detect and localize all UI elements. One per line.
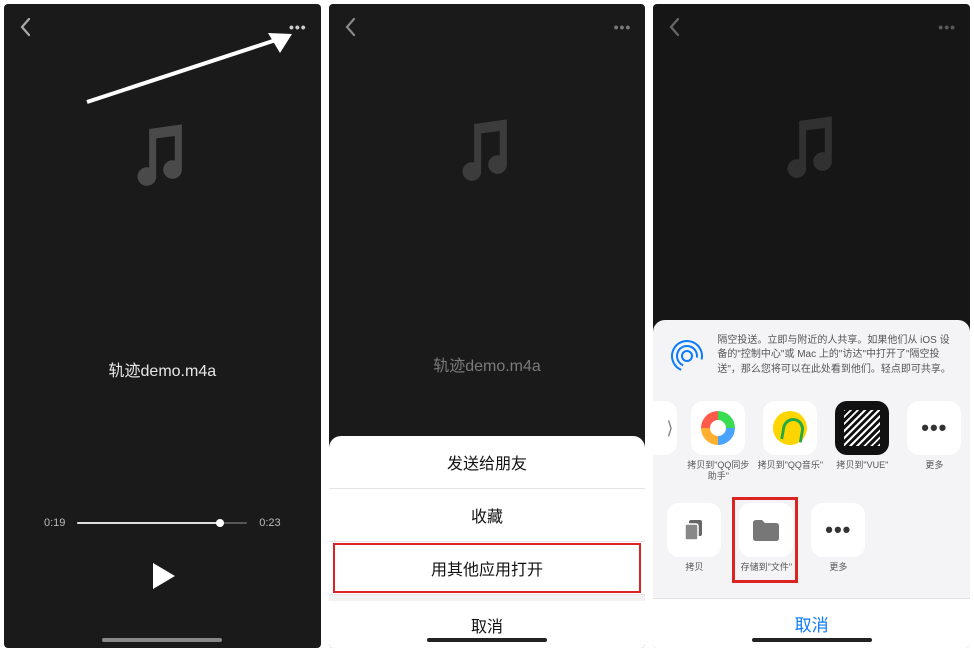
app-label: 拷贝到"QQ同步助手" bbox=[685, 460, 751, 481]
app-icon-cropped[interactable]: ⟩ bbox=[653, 401, 677, 455]
more-button[interactable]: ••• bbox=[614, 19, 632, 35]
timeline[interactable]: 0:19 0:23 bbox=[44, 517, 281, 529]
airdrop-description: 隔空投送。立即与附近的人共享。如果他们从 iOS 设备的"控制中心"或 Mac … bbox=[717, 334, 956, 378]
share-sheet: 隔空投送。立即与附近的人共享。如果他们从 iOS 设备的"控制中心"或 Mac … bbox=[653, 320, 970, 648]
music-note-icon bbox=[132, 122, 192, 197]
app-share-row[interactable]: ⟩ 拷贝到"QQ同步助手" 拷贝到"QQ音乐" 拷贝到"VUE" ••• bbox=[653, 391, 970, 491]
home-indicator[interactable] bbox=[427, 638, 547, 642]
filename-label: 轨迹demo.m4a bbox=[433, 352, 541, 376]
watermark: 头条 @APP猿 bbox=[851, 604, 952, 628]
action-sheet: 发送给朋友 收藏 用其他应用打开 取消 bbox=[329, 436, 646, 648]
menu-favorite[interactable]: 收藏 bbox=[329, 489, 646, 542]
app-label: 拷贝到"VUE" bbox=[836, 460, 888, 480]
play-button[interactable] bbox=[145, 559, 179, 598]
action-more-icon[interactable]: ••• bbox=[811, 503, 865, 557]
app-label: 拷贝到"QQ音乐" bbox=[758, 460, 823, 480]
progress-track[interactable] bbox=[77, 522, 247, 524]
app-label: 更多 bbox=[925, 460, 943, 480]
more-button[interactable]: ••• bbox=[289, 19, 307, 35]
back-button[interactable] bbox=[18, 17, 32, 37]
app-icon-qqmusic[interactable] bbox=[763, 401, 817, 455]
music-note-icon bbox=[457, 117, 517, 192]
airdrop-icon[interactable] bbox=[667, 336, 707, 376]
menu-send-to-friend[interactable]: 发送给朋友 bbox=[329, 436, 646, 489]
screen-1-player: ••• 轨迹demo.m4a 0:19 0:23 bbox=[4, 4, 321, 648]
screen-2-menu: ••• 轨迹demo.m4a 发送给朋友 收藏 用其他应用打开 取消 bbox=[329, 4, 646, 648]
time-total: 0:23 bbox=[259, 517, 280, 529]
screen-3-share: ••• 隔空投送。立即与附近的人共享。如果他们从 iOS 设备的"控制中心"或 … bbox=[653, 4, 970, 648]
app-icon-qqsync[interactable] bbox=[691, 401, 745, 455]
home-indicator[interactable] bbox=[752, 638, 872, 642]
highlight-box bbox=[732, 497, 798, 583]
action-label: 拷贝 bbox=[685, 562, 703, 582]
app-icon-more[interactable]: ••• bbox=[907, 401, 961, 455]
filename-label: 轨迹demo.m4a bbox=[109, 357, 217, 381]
action-label: 更多 bbox=[829, 562, 847, 582]
app-icon-vue[interactable] bbox=[835, 401, 889, 455]
back-button[interactable] bbox=[343, 17, 357, 37]
action-row[interactable]: 拷贝 存储到"文件" ••• 更多 bbox=[653, 491, 970, 598]
home-indicator[interactable] bbox=[102, 638, 222, 642]
action-copy-icon[interactable] bbox=[667, 503, 721, 557]
time-current: 0:19 bbox=[44, 517, 65, 529]
menu-open-with[interactable]: 用其他应用打开 bbox=[329, 542, 646, 595]
